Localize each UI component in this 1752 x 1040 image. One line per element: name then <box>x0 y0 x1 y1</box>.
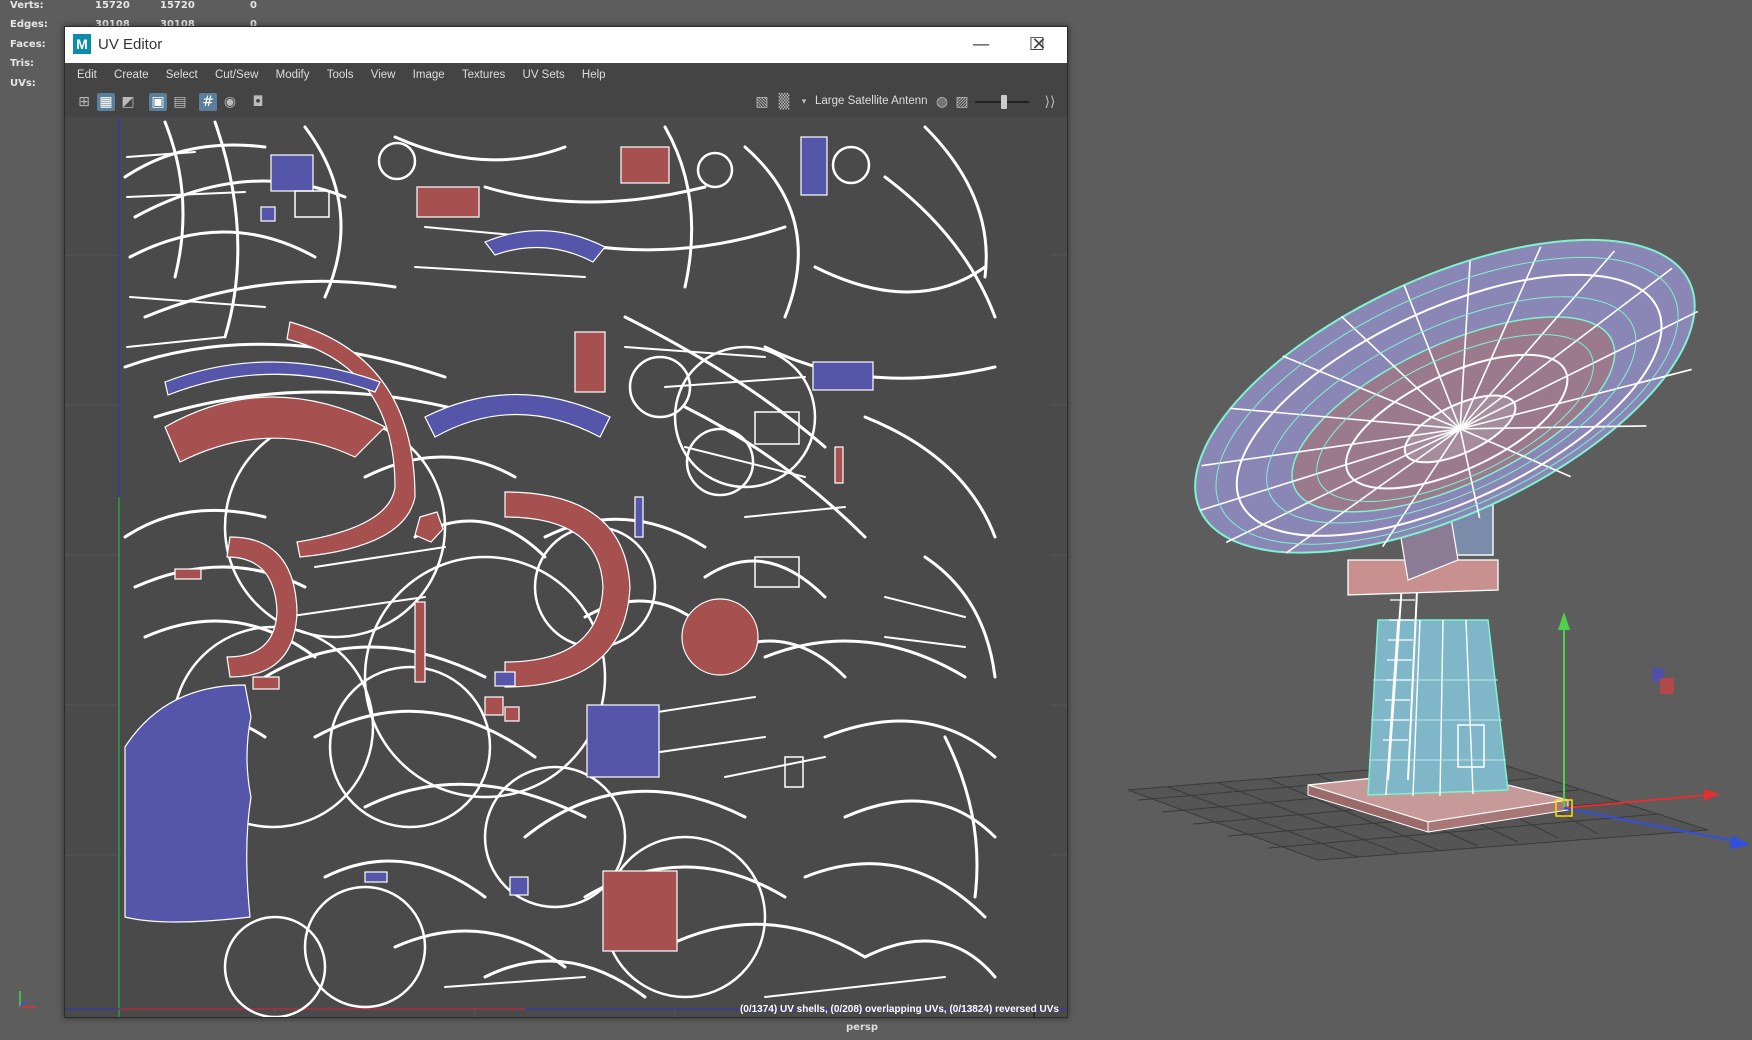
hud-label: Verts: <box>10 0 44 11</box>
window-title: UV Editor <box>98 36 163 53</box>
menu-tools[interactable]: Tools <box>325 63 356 87</box>
image-display-icon[interactable]: ▨ <box>953 93 971 111</box>
grid-icon[interactable]: ⊞ <box>75 93 93 111</box>
menu-image[interactable]: Image <box>411 63 447 87</box>
grid-toggle-icon[interactable]: # <box>199 93 217 111</box>
hud-label: Edges: <box>10 19 48 30</box>
expand-toolbar-icon[interactable]: ⟩⟩ <box>1041 93 1059 111</box>
dropdown-arrow-icon[interactable]: ▾ <box>795 93 813 111</box>
uv-viewport[interactable]: (0/1374) UV shells, (0/208) overlapping … <box>65 117 1067 1017</box>
exposure-slider-handle[interactable] <box>1001 95 1007 109</box>
antenna-tower <box>1367 569 1509 797</box>
snapshot-icon[interactable]: ◘ <box>249 93 267 111</box>
texture-name-label[interactable]: Large Satellite Antenn <box>815 95 928 107</box>
uv-layout-canvas[interactable]: (0/1374) UV shells, (0/208) overlapping … <box>65 117 1067 1017</box>
checker-pattern-icon[interactable]: ▒ <box>775 93 793 111</box>
isolate-icon[interactable]: ◉ <box>221 93 239 111</box>
minimize-button[interactable]: — <box>953 27 1009 63</box>
globe-icon[interactable]: ◍ <box>933 93 951 111</box>
pixel-snap-icon[interactable]: ▤ <box>171 93 189 111</box>
menu-cut-sew[interactable]: Cut/Sew <box>213 63 260 87</box>
close-button[interactable]: ✕ <box>1011 27 1067 63</box>
menu-view[interactable]: View <box>369 63 398 87</box>
menu-bar: Edit Create Select Cut/Sew Modify Tools … <box>65 63 1067 87</box>
hud-label: UVs: <box>10 78 36 89</box>
axis-gizmo-icon <box>19 991 36 1008</box>
hud-label: Tris: <box>10 58 35 69</box>
uv-status-text: (0/1374) UV shells, (0/208) overlapping … <box>740 1004 1059 1015</box>
uv-editor-window[interactable]: M UV Editor — ☐ ✕ Edit Create Select Cut… <box>64 26 1068 1018</box>
menu-select[interactable]: Select <box>164 63 200 87</box>
menu-create[interactable]: Create <box>112 63 151 87</box>
menu-textures[interactable]: Textures <box>460 63 507 87</box>
frame-icon[interactable]: ▣ <box>149 93 167 111</box>
menu-edit[interactable]: Edit <box>75 63 99 87</box>
camera-label: persp <box>846 1022 878 1033</box>
title-bar[interactable]: M UV Editor — ☐ ✕ <box>65 27 1067 63</box>
checker-icon[interactable]: ◩ <box>119 93 137 111</box>
uv-shade-icon[interactable]: ▦ <box>97 93 115 111</box>
perspective-viewport[interactable] <box>1068 0 1752 1040</box>
menu-modify[interactable]: Modify <box>274 63 312 87</box>
hud-value: 0 <box>250 0 257 11</box>
hud-label: Faces: <box>10 39 46 50</box>
uv-toolbar: ⊞ ▦ ◩ ▣ ▤ # ◉ ◘ ▧ ▒ ▾ Large Satellite An… <box>65 87 1067 117</box>
hud-value: 15720 <box>95 0 130 11</box>
pivot-marker-red <box>1660 678 1674 694</box>
hud-value: 15720 <box>160 0 195 11</box>
maya-logo-icon: M <box>73 34 91 54</box>
menu-help[interactable]: Help <box>580 63 608 87</box>
menu-uv-sets[interactable]: UV Sets <box>521 63 567 87</box>
image-icon[interactable]: ▧ <box>753 93 771 111</box>
